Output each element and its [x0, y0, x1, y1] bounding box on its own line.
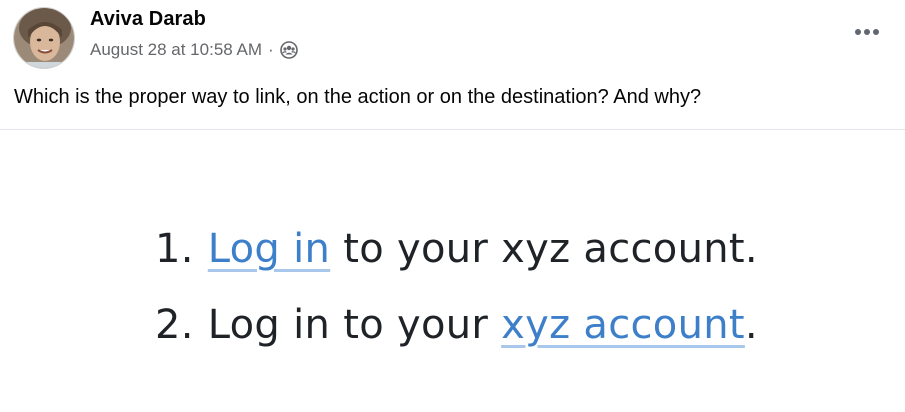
more-dot: [873, 29, 879, 35]
link-xyz-account: xyz account: [501, 302, 745, 348]
more-dot: [864, 29, 870, 35]
image-line-1: 1. Log in to your xyz account.: [155, 226, 758, 272]
meta-separator: ·: [268, 40, 274, 59]
line-text: .: [744, 302, 758, 348]
post-header: Aviva Darab August 28 at 10:58 AM ·: [0, 0, 905, 80]
post-text: Which is the proper way to link, on the …: [14, 86, 702, 108]
author-name[interactable]: Aviva Darab: [90, 8, 206, 31]
post-image[interactable]: 1. Log in to your xyz account. 2. Log in t…: [0, 130, 905, 412]
link-log-in: Log in: [207, 226, 331, 272]
more-options-icon[interactable]: [849, 20, 885, 44]
post-meta: August 28 at 10:58 AM ·: [90, 40, 298, 60]
line-number: 1.: [155, 226, 194, 272]
friends-icon[interactable]: [279, 41, 298, 59]
avatar[interactable]: [13, 7, 75, 69]
line-text: Log in to your: [207, 302, 502, 348]
line-number: 2.: [155, 302, 194, 348]
post-timestamp[interactable]: August 28 at 10:58 AM: [90, 40, 262, 60]
line-text: to your xyz account.: [330, 226, 758, 272]
image-line-2: 2. Log in to your xyz account.: [155, 302, 758, 348]
more-dot: [855, 29, 861, 35]
